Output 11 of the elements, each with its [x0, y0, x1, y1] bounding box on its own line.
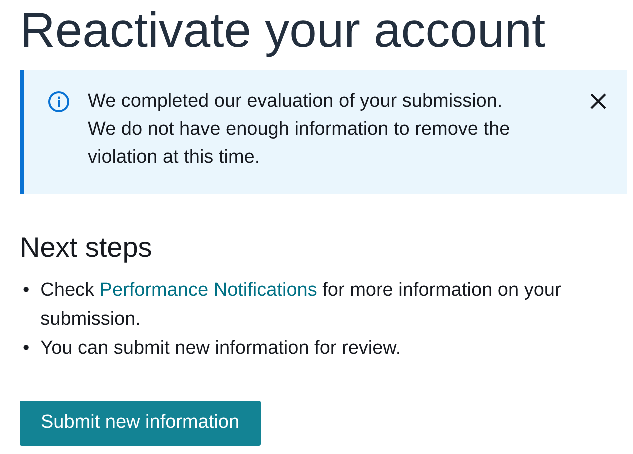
- close-button[interactable]: [590, 93, 607, 110]
- notifications-link[interactable]: Performance Notifications: [100, 280, 318, 301]
- step-item: You can submit new information for review.: [40, 337, 402, 361]
- submit-button[interactable]: Submit new information: [20, 401, 261, 446]
- page-title: Reactivate your account: [20, 3, 547, 60]
- bullet: •: [23, 337, 30, 361]
- info-icon: [48, 91, 70, 113]
- step-item: Check Performance Notifications for more information on your submission.: [40, 279, 562, 332]
- bullet: •: [23, 279, 30, 303]
- alert-message: We completed our evaluation of your submission. We do not have enough information to remove the violation at this time.: [88, 90, 512, 170]
- section-heading: Next steps: [20, 231, 154, 265]
